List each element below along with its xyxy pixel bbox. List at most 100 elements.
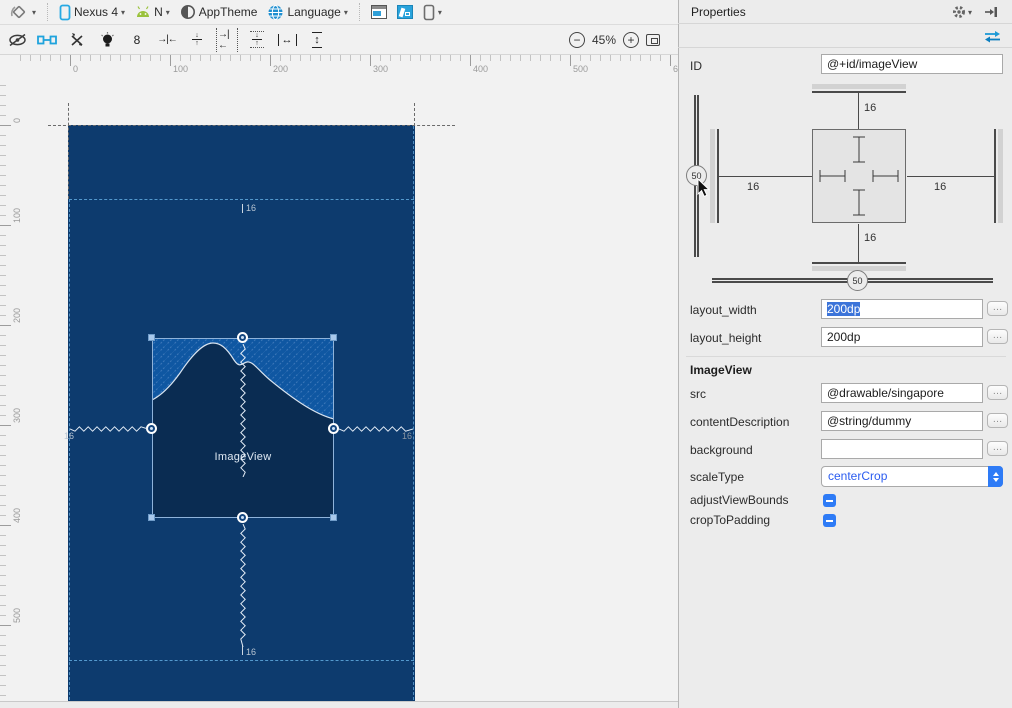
background-field[interactable] (821, 439, 983, 459)
horizontal-scrollbar[interactable] (0, 701, 678, 708)
clear-constraints-button[interactable] (66, 29, 88, 51)
language-icon (268, 4, 283, 20)
v-ruler-label: 400 (12, 507, 22, 523)
android-api-icon (137, 6, 150, 17)
layout-height-label: layout_height (690, 331, 762, 345)
zoom-out-button[interactable]: − (568, 31, 585, 48)
chevron-down-icon: ▾ (32, 7, 37, 17)
layout-width-label: layout_width (690, 303, 757, 317)
hide-constraints-button[interactable] (6, 29, 28, 51)
widget-margin-left[interactable]: 16 (747, 181, 759, 193)
content-description-value: @string/dummy (827, 414, 912, 428)
theme-selector[interactable]: AppTheme (177, 1, 261, 23)
chevron-down-icon: ▾ (343, 7, 348, 17)
parent-edge-right-shadow (998, 129, 1003, 223)
background-label: background (690, 443, 753, 457)
resize-handle-bottom-left[interactable] (148, 514, 155, 521)
gear-icon[interactable] (952, 5, 966, 19)
pack-vertical-button[interactable]: ↓ ↑ (186, 29, 208, 51)
center-horizontal-button[interactable]: →|← (216, 27, 238, 52)
src-more-button[interactable]: … (987, 385, 1008, 400)
content-description-field[interactable]: @string/dummy (821, 411, 983, 431)
layout-width-field[interactable]: 200dp (821, 299, 983, 319)
orientation-icon (10, 5, 26, 19)
layout-height-more-button[interactable]: … (987, 329, 1008, 344)
left-margin-label[interactable]: 16 (64, 431, 74, 441)
device-selector[interactable]: Nexus 4 ▾ (56, 1, 128, 23)
bottom-margin-label[interactable]: 16 (246, 647, 256, 657)
v-ruler-label: 500 (12, 607, 22, 623)
id-field[interactable]: @+id/imageView (821, 54, 1003, 74)
right-margin-label[interactable]: 16 (402, 431, 412, 441)
expand-vertical-icon: ↕ (312, 31, 322, 48)
variant-phone-icon (423, 4, 435, 20)
autoconnect-button[interactable] (36, 29, 58, 51)
autoconnect-icon (37, 35, 57, 44)
design-mode-button[interactable] (368, 1, 390, 23)
root-layout-outline-left (68, 103, 69, 199)
api-label: N (154, 5, 163, 19)
h-ruler-label: 0 (73, 64, 79, 74)
properties-subtoolbar (678, 24, 1012, 48)
chevron-down-icon: ▾ (121, 7, 126, 17)
expand-horizontal-button[interactable]: ↔ (276, 29, 298, 51)
zoom-in-button[interactable]: + (623, 31, 639, 48)
center-vertical-button[interactable]: ↓ ↑ (246, 29, 268, 51)
v-ruler-label: 300 (12, 407, 22, 423)
scale-type-value: centerCrop (828, 469, 888, 483)
crop-to-padding-checkbox[interactable] (823, 514, 836, 527)
parent-edge-left (717, 129, 719, 223)
layout-width-more-button[interactable]: … (987, 301, 1008, 316)
zoom-fit-button[interactable] (646, 33, 660, 46)
gear-menu-chevron[interactable]: ▾ (968, 8, 972, 17)
scale-type-dropdown[interactable]: centerCrop (821, 466, 1003, 487)
parent-edge-left-shadow (710, 129, 715, 223)
swap-arrows-icon[interactable] (984, 30, 1001, 43)
background-more-button[interactable]: … (987, 441, 1008, 456)
widget-right-connector (907, 176, 995, 177)
resize-handle-top-left[interactable] (148, 334, 155, 341)
top-margin-label[interactable]: 16 (246, 203, 256, 213)
left-edge-guide (69, 199, 70, 700)
parent-edge-right (994, 129, 996, 223)
content-description-more-button[interactable]: … (987, 413, 1008, 428)
left-constraint-spring (70, 425, 148, 433)
resize-handle-bottom-right[interactable] (330, 514, 337, 521)
widget-margin-right[interactable]: 16 (934, 181, 946, 193)
layout-height-value: 200dp (827, 330, 861, 344)
dropdown-stepper-icon (988, 466, 1003, 487)
widget-margin-top[interactable]: 16 (864, 102, 876, 114)
section-title: ImageView (690, 363, 752, 377)
hide-panel-icon[interactable] (984, 5, 998, 19)
parent-edge-top-shadow (812, 84, 906, 89)
language-selector[interactable]: Language ▾ (264, 1, 350, 23)
constraint-anchor-bottom[interactable] (237, 512, 248, 523)
layout-height-field[interactable]: 200dp (821, 327, 983, 347)
constraint-anchor-top[interactable] (237, 332, 248, 343)
orientation-selector[interactable]: ▾ (6, 1, 39, 23)
center-vertical-icon: ↓ ↑ (250, 31, 264, 48)
src-field[interactable]: @drawable/singapore (821, 383, 983, 403)
h-ruler-label: 300 (373, 64, 389, 74)
zoom-controls: − 45% + (568, 31, 660, 48)
bottom-margin-guide (69, 660, 414, 661)
constraint-anchor-right[interactable] (328, 423, 339, 434)
infer-constraints-button[interactable] (96, 29, 118, 51)
resize-handle-top-right[interactable] (330, 334, 337, 341)
variant-selector[interactable]: ▾ (420, 1, 445, 23)
widget-margin-bottom[interactable]: 16 (864, 232, 876, 244)
expand-vertical-button[interactable]: ↕ (306, 29, 328, 51)
crop-to-padding-label: cropToPadding (690, 513, 771, 527)
adjust-view-bounds-checkbox[interactable] (823, 494, 836, 507)
pack-horizontal-button[interactable]: →|← (156, 29, 178, 51)
blueprint-mode-button[interactable] (394, 1, 416, 23)
bottom-margin-tick (242, 646, 243, 655)
panel-title: Properties (691, 4, 746, 19)
constraint-widget-square[interactable] (812, 129, 906, 223)
api-version-selector[interactable]: N ▾ (132, 1, 173, 23)
toolbar-separator (358, 3, 360, 21)
horizontal-bias-value[interactable]: 50 (847, 270, 868, 291)
expand-horizontal-icon: ↔ (277, 33, 297, 46)
hide-constraints-icon (8, 33, 26, 46)
default-margin-button[interactable]: 8 (126, 29, 148, 51)
